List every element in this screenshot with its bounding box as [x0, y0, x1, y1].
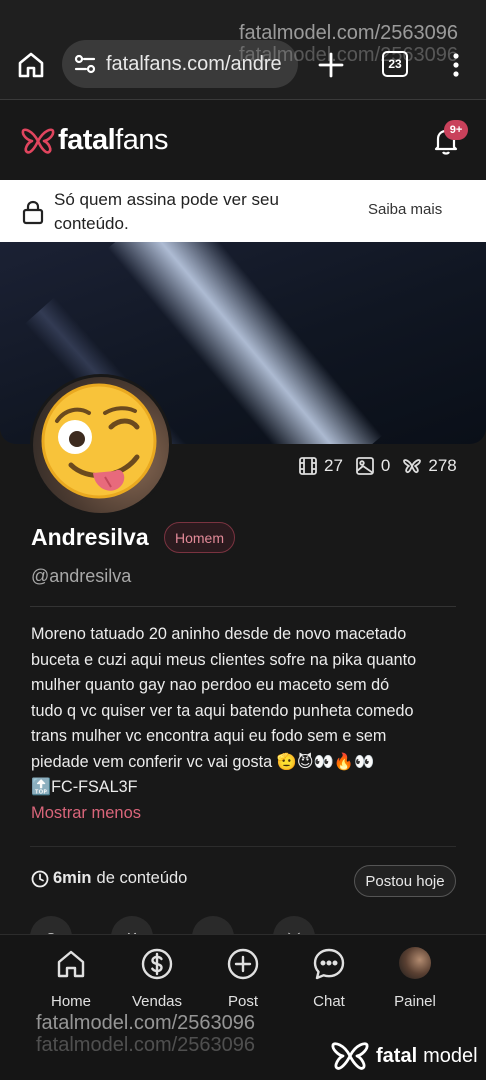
content-duration-value: 6min: [53, 869, 92, 887]
likes-count: 278: [428, 456, 457, 475]
videos-count: 27: [324, 456, 343, 475]
content-duration-suffix: de conteúdo: [96, 869, 188, 887]
nav-home-label: Home: [50, 993, 91, 1010]
butterfly-logo-icon: [21, 127, 55, 154]
watermark-bottom: fatalmodel.com/2563096 fatalmodel.com/25…: [36, 1012, 256, 1056]
dollar-icon: [141, 948, 173, 980]
site-settings-icon[interactable]: [72, 51, 98, 77]
chat-icon: [313, 948, 345, 980]
avatar: [399, 947, 431, 979]
watermark-top: fatalmodel.com/2563096 fatalmodel.com/25…: [238, 22, 458, 66]
clock-icon: [31, 870, 49, 887]
lock-icon: [22, 200, 44, 225]
bio-line: Moreno tatuado 20 aninho desde de novo m…: [31, 625, 407, 643]
profile-avatar[interactable]: [30, 374, 172, 516]
app-header: fatalfans: [0, 100, 486, 180]
nav-post-label: Post: [227, 993, 258, 1010]
winking-tongue-emoji-icon: [41, 383, 157, 499]
profile-handle: @andresilva: [31, 566, 132, 586]
bio-line: piedade vem conferir vc vai gosta 🫡😈👀🔥👀: [31, 752, 375, 771]
divider: [30, 606, 456, 607]
gender-tag: Homem: [164, 522, 236, 553]
photos-count: 0: [380, 456, 391, 475]
nav-home[interactable]: Home: [28, 947, 114, 1010]
learn-more-link[interactable]: Saiba mais: [368, 201, 442, 218]
nav-post[interactable]: Post: [200, 947, 286, 1010]
bio-line: mulher quanto gay nao perdoo eu maceto s…: [31, 676, 390, 694]
nav-chat-label: Chat: [313, 993, 345, 1010]
logo-text-bold: fatal: [58, 124, 116, 156]
notification-badge: 9+: [444, 120, 468, 140]
show-less-link[interactable]: Mostrar menos: [31, 804, 141, 823]
content-duration: 6min de conteúdo: [31, 869, 187, 888]
image-icon: [356, 457, 374, 475]
bio-line: buceta e cuzi aqui meus clientes sofre n…: [31, 650, 417, 669]
notice-text: Só quem assina pode ver seu conteúdo.: [54, 190, 279, 233]
nav-chat[interactable]: Chat: [286, 947, 372, 1010]
butterfly-icon: [403, 459, 422, 474]
fatalmodel-watermark-logo: fatal model: [330, 1040, 478, 1072]
bio-line: tudo q vc quiser ver ta aqui batendo pun…: [31, 701, 414, 720]
home-icon: [57, 950, 85, 978]
fatalfans-logo[interactable]: fatalfans: [20, 124, 168, 157]
plus-circle-icon: [227, 948, 259, 980]
nav-sales-label: Vendas: [131, 993, 183, 1010]
profile-name: Andresilva: [31, 524, 149, 550]
profile-stats: 27 0 278: [298, 456, 469, 476]
divider: [30, 846, 456, 847]
likes-stat: 278: [402, 456, 457, 476]
subscribe-notice: Só quem assina pode ver seu conteúdo. Sa…: [0, 180, 486, 242]
photos-stat: 0: [355, 456, 390, 476]
videos-stat: 27: [298, 456, 343, 476]
browser-home-icon[interactable]: [16, 50, 46, 80]
bio-line: 🔝FC-FSAL3F: [31, 778, 138, 796]
posted-today-badge: Postou hoje: [354, 865, 456, 897]
nav-sales[interactable]: Vendas: [114, 947, 200, 1010]
bio-line: trans mulher vc encontra aqui eu fodo se…: [31, 727, 387, 745]
nav-panel[interactable]: Painel: [372, 947, 458, 1010]
nav-panel-label: Painel: [394, 993, 436, 1010]
film-icon: [299, 457, 317, 475]
logo-text-light: fans: [115, 124, 168, 156]
profile-bio: Moreno tatuado 20 aninho desde de novo m…: [31, 622, 461, 801]
butterfly-logo-icon: [331, 1042, 369, 1070]
